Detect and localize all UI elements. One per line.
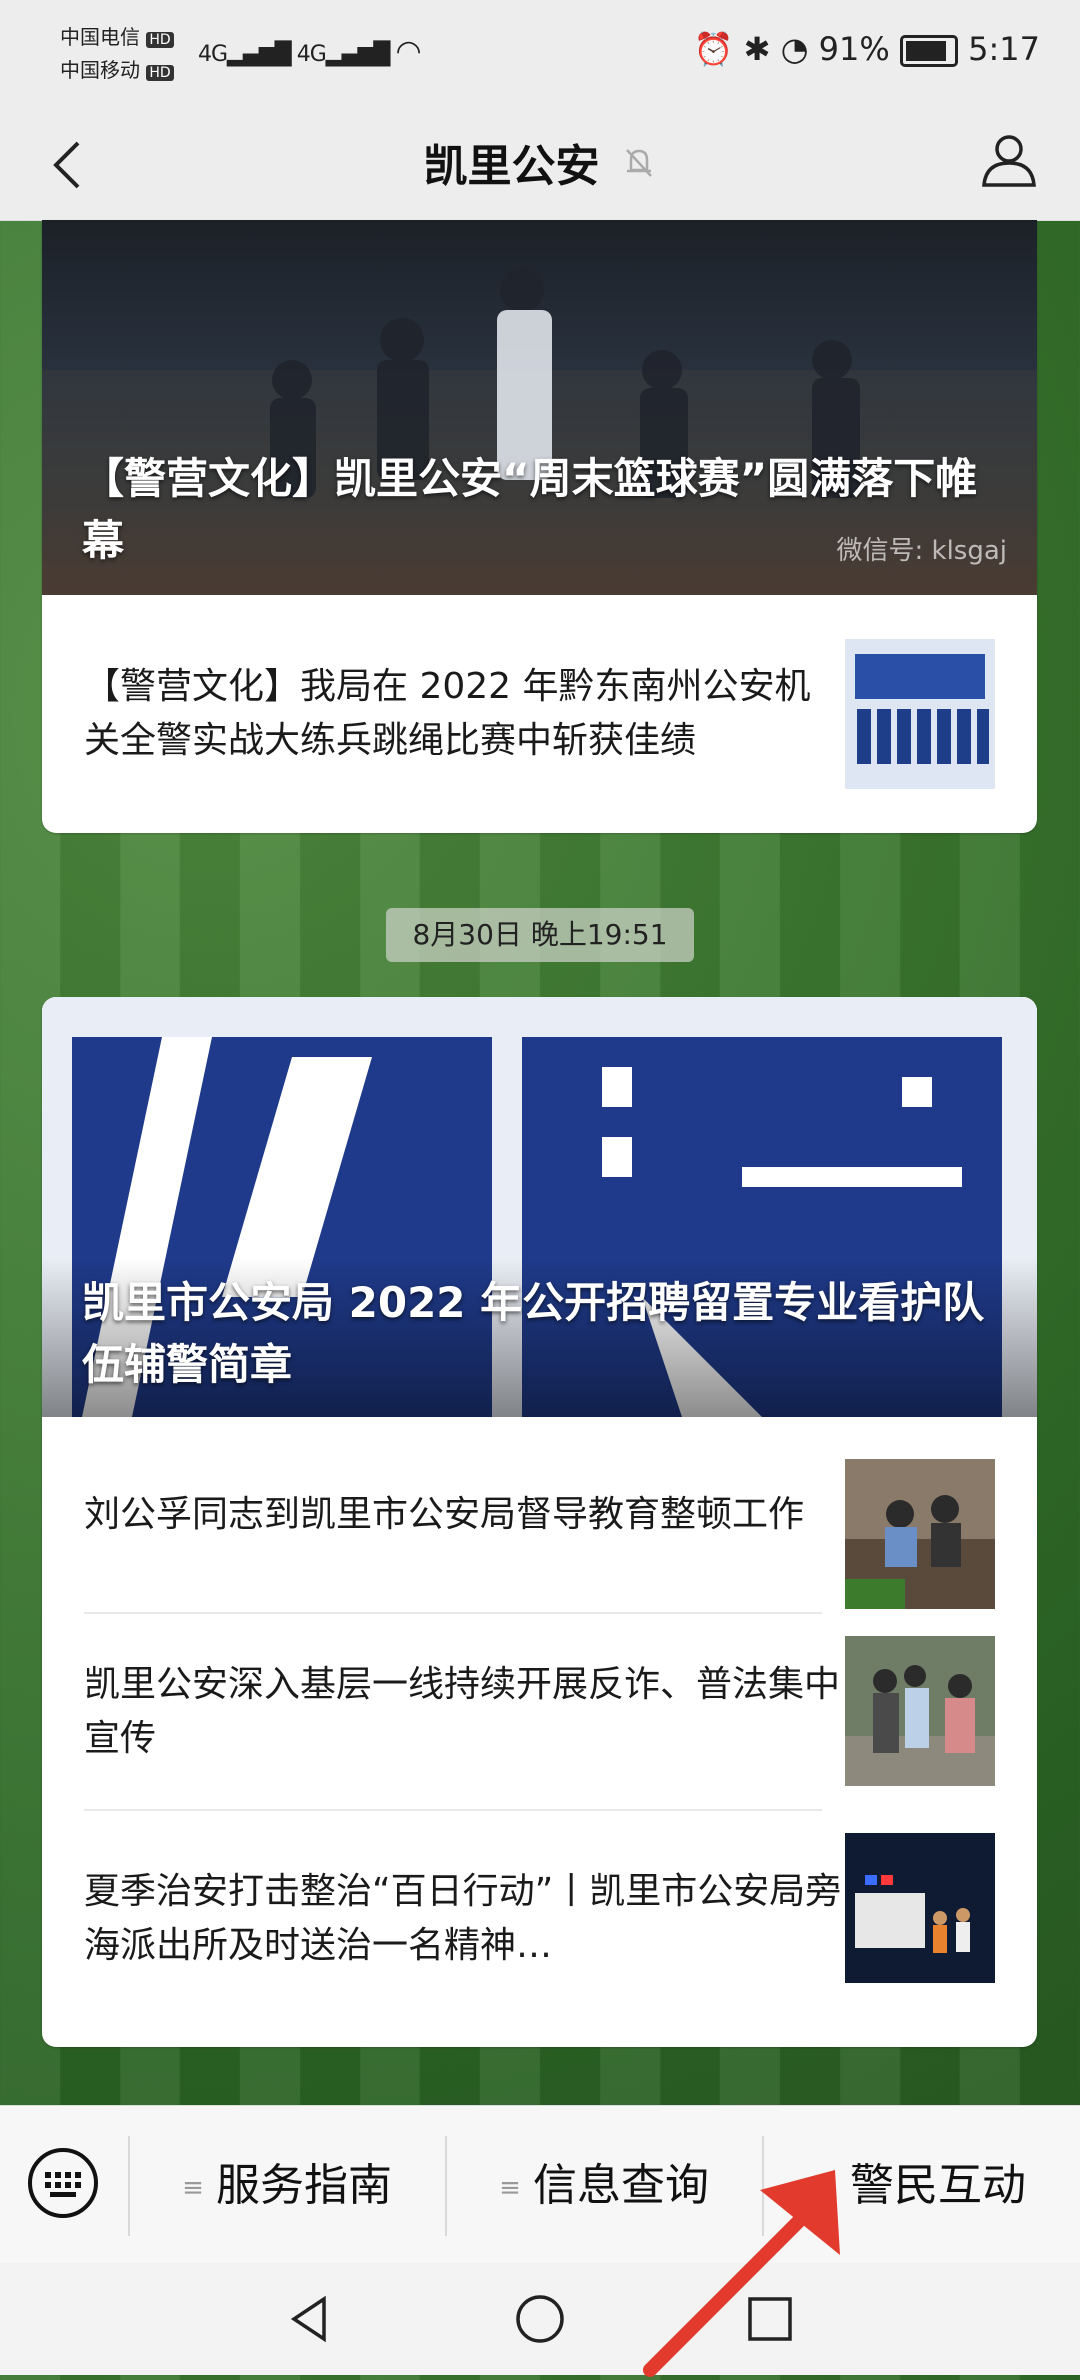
annotation-arrow-icon xyxy=(643,2170,840,2377)
alarm-icon: ⏰ xyxy=(693,30,734,68)
wifi-icon: ◠ xyxy=(395,34,421,69)
battery-percent: 91% xyxy=(818,30,890,68)
thumbnail-image xyxy=(845,1636,995,1786)
custom-menu-bar: ≡服务指南 ≡信息查询 ≡警民互动 xyxy=(0,2105,1080,2264)
menu-label: 服务指南 xyxy=(216,2160,392,2211)
hd-badge: HD xyxy=(146,32,174,48)
menu-list-icon: ≡ xyxy=(499,2173,521,2203)
list-item[interactable]: 【警营文化】我局在 2022 年黔东南州公安机关全警实战大练兵跳绳比赛中斩获佳绩 xyxy=(42,595,1037,833)
item-title: 【警营文化】我局在 2022 年黔东南州公安机关全警实战大练兵跳绳比赛中斩获佳绩 xyxy=(84,666,811,761)
item-title: 夏季治安打击整治“百日行动”丨凯里市公安局旁海派出所及时送治一名精神… xyxy=(84,1870,842,1966)
profile-icon[interactable] xyxy=(978,129,1040,191)
list-item[interactable]: 凯里公安深入基层一线持续开展反诈、普法集中宣传 xyxy=(42,1614,1037,1809)
list-item[interactable]: 刘公孚同志到凯里市公安局督导教育整顿工作 xyxy=(42,1417,1037,1612)
signal-icons: 4G▂▄▆█ 4G▂▄▆█ ◠ xyxy=(198,34,422,69)
speedometer-icon: ◔ xyxy=(780,30,809,68)
nav-home-icon[interactable] xyxy=(510,2289,570,2349)
clock: 5:17 xyxy=(968,30,1040,68)
nav-back-icon[interactable] xyxy=(280,2289,340,2349)
network-type-2: 4G xyxy=(296,42,327,67)
article-card-2: 凯里市公安局 2022 年公开招聘留置专业看护队伍辅警简章 刘公孚同志到凯里市公… xyxy=(42,997,1037,2047)
menu-label: 警民互动 xyxy=(850,2160,1026,2211)
carrier-name-2: 中国移动 xyxy=(60,58,140,82)
carrier-info: 中国电信 HD 中国移动 HD xyxy=(60,22,174,88)
signal-icon-2: ▂▄▆█ xyxy=(325,42,391,67)
status-bar: 中国电信 HD 中国移动 HD 4G▂▄▆█ 4G▂▄▆█ ◠ ⏰ ✱ ◔ 91… xyxy=(0,0,1080,105)
thumbnail-image xyxy=(845,1459,995,1609)
page-title: 凯里公安 xyxy=(423,141,600,192)
item-title: 刘公孚同志到凯里市公安局督导教育整顿工作 xyxy=(84,1493,805,1535)
network-type: 4G xyxy=(198,42,228,67)
signal-icon: ▂▄▆█ xyxy=(227,42,292,67)
battery-icon xyxy=(899,35,958,67)
cover-title-2: 凯里市公安局 2022 年公开招聘留置专业看护队伍辅警简章 xyxy=(82,1278,985,1389)
watermark: 微信号: klsgaj xyxy=(836,536,1007,566)
list-item[interactable]: 夏季治安打击整治“百日行动”丨凯里市公安局旁海派出所及时送治一名精神… xyxy=(42,1811,1037,2026)
menu-list-icon: ≡ xyxy=(182,2173,204,2203)
system-nav-bar xyxy=(0,2263,1080,2375)
title-bar: 凯里公安 xyxy=(0,105,1080,221)
mute-bell-icon xyxy=(625,149,652,177)
item-title: 凯里公安深入基层一线持续开展反诈、普法集中宣传 xyxy=(84,1663,841,1759)
message-timestamp: 8月30日 晚上19:51 xyxy=(386,908,694,962)
status-right: ⏰ ✱ ◔ 91% 5:17 xyxy=(694,30,1040,68)
bluetooth-icon: ✱ xyxy=(743,30,771,68)
keyboard-icon[interactable] xyxy=(26,2146,100,2220)
menu-service-guide[interactable]: ≡ 服务指南 xyxy=(130,2131,444,2241)
article-card-1: 【警营文化】凯里公安“周末篮球赛”圆满落下帷幕 微信号: klsgaj 【警营文… xyxy=(42,220,1037,833)
cover-article-basketball[interactable]: 【警营文化】凯里公安“周末篮球赛”圆满落下帷幕 微信号: klsgaj xyxy=(42,220,1037,595)
thumbnail-image xyxy=(845,1833,995,1983)
thumbnail-image xyxy=(845,639,995,789)
hd-badge-2: HD xyxy=(146,65,174,81)
cover-article-recruitment[interactable]: 凯里市公安局 2022 年公开招聘留置专业看护队伍辅警简章 xyxy=(42,997,1037,1417)
carrier-name-1: 中国电信 xyxy=(60,25,140,49)
